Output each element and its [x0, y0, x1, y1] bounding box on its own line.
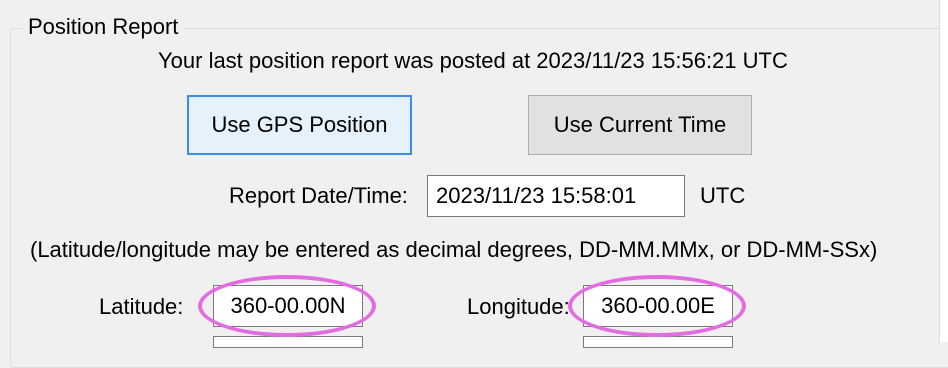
longitude-input[interactable]	[583, 285, 733, 327]
group-title: Position Report	[22, 13, 185, 41]
lower-field-left[interactable]	[213, 336, 363, 348]
use-gps-position-button[interactable]: Use GPS Position	[187, 95, 412, 155]
coordinate-format-hint: (Latitude/longitude may be entered as de…	[30, 237, 878, 262]
report-datetime-label: Report Date/Time:	[229, 183, 408, 208]
report-datetime-input[interactable]	[427, 175, 685, 217]
use-current-time-button[interactable]: Use Current Time	[528, 95, 752, 155]
window-right-edge	[939, 0, 948, 342]
last-report-text: Your last position report was posted at …	[158, 48, 788, 73]
latitude-input[interactable]	[213, 285, 363, 327]
lower-field-right[interactable]	[583, 336, 733, 348]
longitude-label: Longitude:	[467, 294, 570, 319]
utc-label: UTC	[700, 183, 746, 208]
latitude-label: Latitude:	[99, 294, 184, 319]
